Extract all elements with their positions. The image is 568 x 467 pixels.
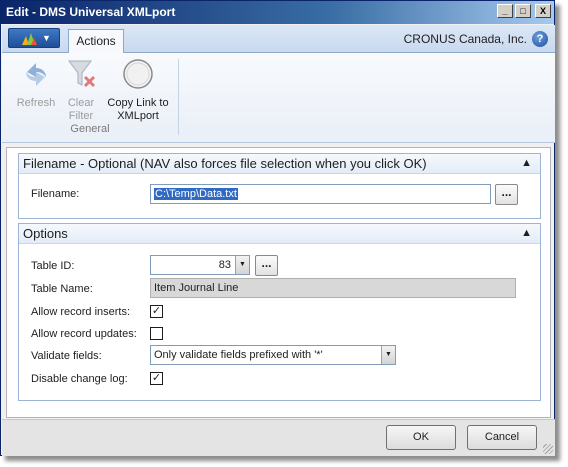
ribbon-panel: Refresh Clear Filter Copy Link to XMLpor… [2, 53, 555, 143]
company-name: CRONUS Canada, Inc. [403, 32, 527, 46]
dynamics-logo-icon [22, 33, 37, 45]
validate-fields-value: Only validate fields prefixed with '*' [154, 349, 323, 361]
window-controls: _ □ X [497, 4, 551, 18]
disable-change-log-label: Disable change log: [31, 373, 128, 385]
filename-field[interactable]: C:\Temp\Data.txt [150, 184, 491, 204]
options-fasttab: Options ▲ Table ID: 83 ▼ ... Table Name:… [18, 223, 541, 401]
dialog-window: Edit - DMS Universal XMLport _ □ X ▼ Act… [0, 0, 555, 456]
clear-filter-button[interactable]: Clear Filter [60, 58, 102, 123]
filename-fasttab: Filename - Optional (NAV also forces fil… [18, 153, 541, 219]
filename-value: C:\Temp\Data.txt [154, 188, 238, 200]
help-icon[interactable]: ? [532, 31, 548, 47]
disable-change-log-checkbox[interactable]: ✓ [150, 372, 163, 385]
ribbon-group-divider [178, 59, 179, 135]
table-id-field[interactable]: 83 ▼ [150, 255, 250, 275]
window-title: Edit - DMS Universal XMLport [6, 5, 176, 19]
chevron-down-icon[interactable]: ▼ [381, 346, 395, 364]
ribbon-tab-strip: ▼ Actions CRONUS Canada, Inc. ? [2, 25, 555, 54]
filename-fasttab-header[interactable]: Filename - Optional (NAV also forces fil… [19, 154, 540, 174]
chevron-down-icon: ▼ [42, 33, 51, 43]
allow-inserts-checkbox[interactable]: ✓ [150, 305, 163, 318]
tab-actions[interactable]: Actions [68, 29, 124, 54]
collapse-icon[interactable]: ▲ [521, 224, 532, 243]
check-icon: ✓ [151, 305, 162, 317]
table-id-lookup-button[interactable]: ... [255, 255, 278, 276]
title-bar[interactable]: Edit - DMS Universal XMLport _ □ X [1, 1, 554, 24]
cancel-button[interactable]: Cancel [467, 425, 537, 450]
ok-button[interactable]: OK [386, 425, 456, 450]
copy-link-label: Copy Link to XMLport [107, 97, 169, 122]
copy-link-icon [123, 59, 153, 89]
table-name-label: Table Name: [31, 283, 93, 295]
chevron-down-icon[interactable]: ▼ [235, 256, 249, 274]
refresh-icon [26, 63, 46, 86]
table-name-value: Item Journal Line [154, 282, 239, 294]
table-id-label: Table ID: [31, 260, 75, 272]
minimize-button[interactable]: _ [497, 4, 513, 18]
copy-link-button[interactable]: Copy Link to XMLport [103, 58, 173, 123]
clear-filter-label: Clear Filter [67, 97, 95, 122]
table-id-value: 83 [218, 259, 231, 271]
validate-fields-select[interactable]: Only validate fields prefixed with '*' ▼ [150, 345, 396, 365]
close-button[interactable]: X [535, 4, 551, 18]
resize-grip[interactable] [543, 444, 553, 454]
dialog-footer: OK Cancel [2, 419, 555, 456]
options-fasttab-header[interactable]: Options ▲ [19, 224, 540, 244]
filename-label: Filename: [31, 188, 80, 200]
refresh-button[interactable]: Refresh [14, 58, 58, 110]
refresh-label: Refresh [16, 97, 56, 109]
filename-lookup-button[interactable]: ... [495, 184, 518, 205]
validate-fields-label: Validate fields: [31, 350, 102, 362]
collapse-icon[interactable]: ▲ [521, 154, 532, 173]
allow-updates-label: Allow record updates: [31, 328, 137, 340]
maximize-button[interactable]: □ [515, 4, 531, 18]
ribbon-group-label: General [70, 123, 110, 135]
clear-filter-icon [68, 60, 96, 88]
allow-inserts-label: Allow record inserts: [31, 306, 131, 318]
page-content: Filename - Optional (NAV also forces fil… [6, 147, 551, 418]
allow-updates-checkbox[interactable] [150, 327, 163, 340]
check-icon: ✓ [151, 372, 162, 384]
table-name-field: Item Journal Line [150, 278, 516, 298]
filename-fasttab-title: Filename - Optional (NAV also forces fil… [23, 156, 427, 171]
options-fasttab-title: Options [23, 226, 68, 241]
application-menu-button[interactable]: ▼ [8, 28, 60, 48]
